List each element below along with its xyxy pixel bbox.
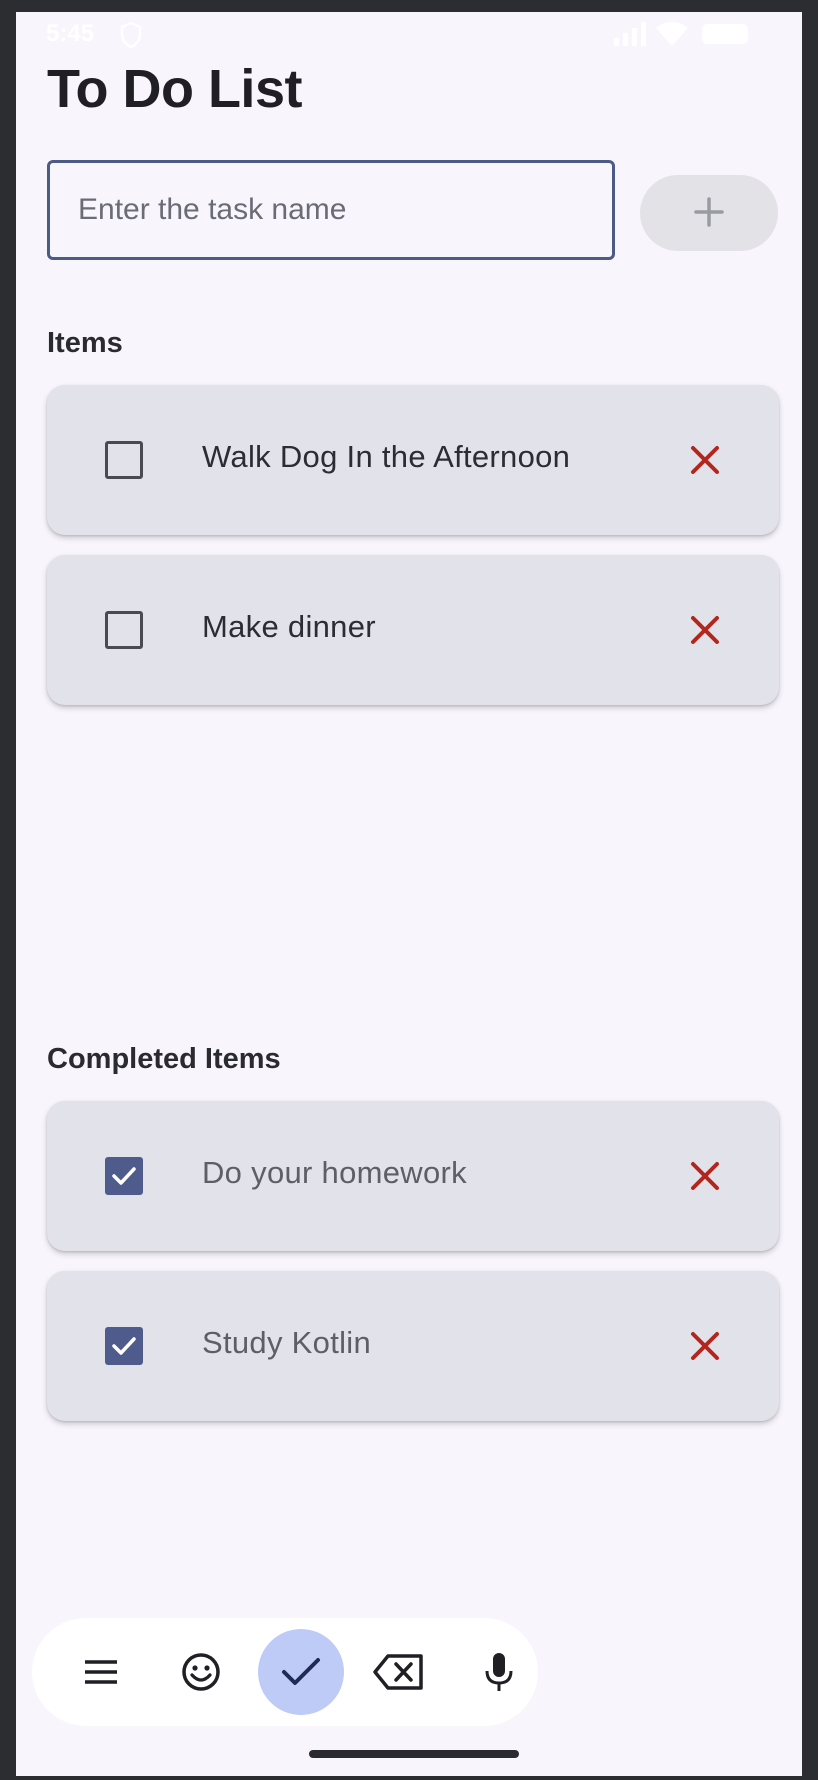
emoji-icon [182,1653,220,1691]
item-checkbox[interactable] [105,441,143,479]
backspace-button[interactable] [359,1632,439,1712]
todo-item-card: Make dinner [47,555,779,705]
signal-icon [614,22,648,51]
menu-icon [85,1660,117,1684]
delete-item-button[interactable] [685,440,725,480]
delete-item-button[interactable] [685,1156,725,1196]
completed-section-title: Completed Items [47,1043,281,1075]
item-label: Make dinner [202,609,376,644]
items-section-title: Items [47,327,123,359]
menu-button[interactable] [61,1632,141,1712]
microphone-button[interactable] [459,1632,539,1712]
done-button[interactable] [258,1629,344,1715]
item-label: Do your homework [202,1155,467,1190]
todo-item-card: Walk Dog In the Afternoon [47,385,779,535]
item-checkbox-checked[interactable] [105,1157,143,1195]
plus-icon [693,196,725,231]
backspace-icon [373,1654,423,1690]
completed-item-card: Do your homework [47,1101,779,1251]
page-title: To Do List [47,59,302,119]
item-label: Walk Dog In the Afternoon [202,439,571,474]
keyboard-toolbar [32,1618,538,1726]
delete-item-button[interactable] [685,610,725,650]
home-indicator[interactable] [309,1750,519,1758]
item-label: Study Kotlin [202,1325,372,1360]
delete-item-button[interactable] [685,1326,725,1366]
close-icon [691,446,719,474]
add-task-button[interactable] [640,175,778,251]
item-checkbox[interactable] [105,611,143,649]
status-bar: 5:45 [16,12,802,56]
status-time: 5:45 [46,20,95,47]
close-icon [691,616,719,644]
close-icon [691,1332,719,1360]
close-icon [691,1162,719,1190]
task-name-input[interactable] [47,160,615,260]
app-screen: 5:45 To Do List Items Walk Dog In the Af… [16,12,802,1776]
mic-icon [485,1653,513,1691]
battery-icon [702,24,748,44]
item-checkbox-checked[interactable] [105,1327,143,1365]
emoji-button[interactable] [161,1632,241,1712]
check-icon [112,1167,136,1185]
completed-item-card: Study Kotlin [47,1271,779,1421]
wifi-icon [656,22,688,51]
check-icon [112,1337,136,1355]
shield-icon [120,21,142,53]
check-icon [282,1658,320,1685]
